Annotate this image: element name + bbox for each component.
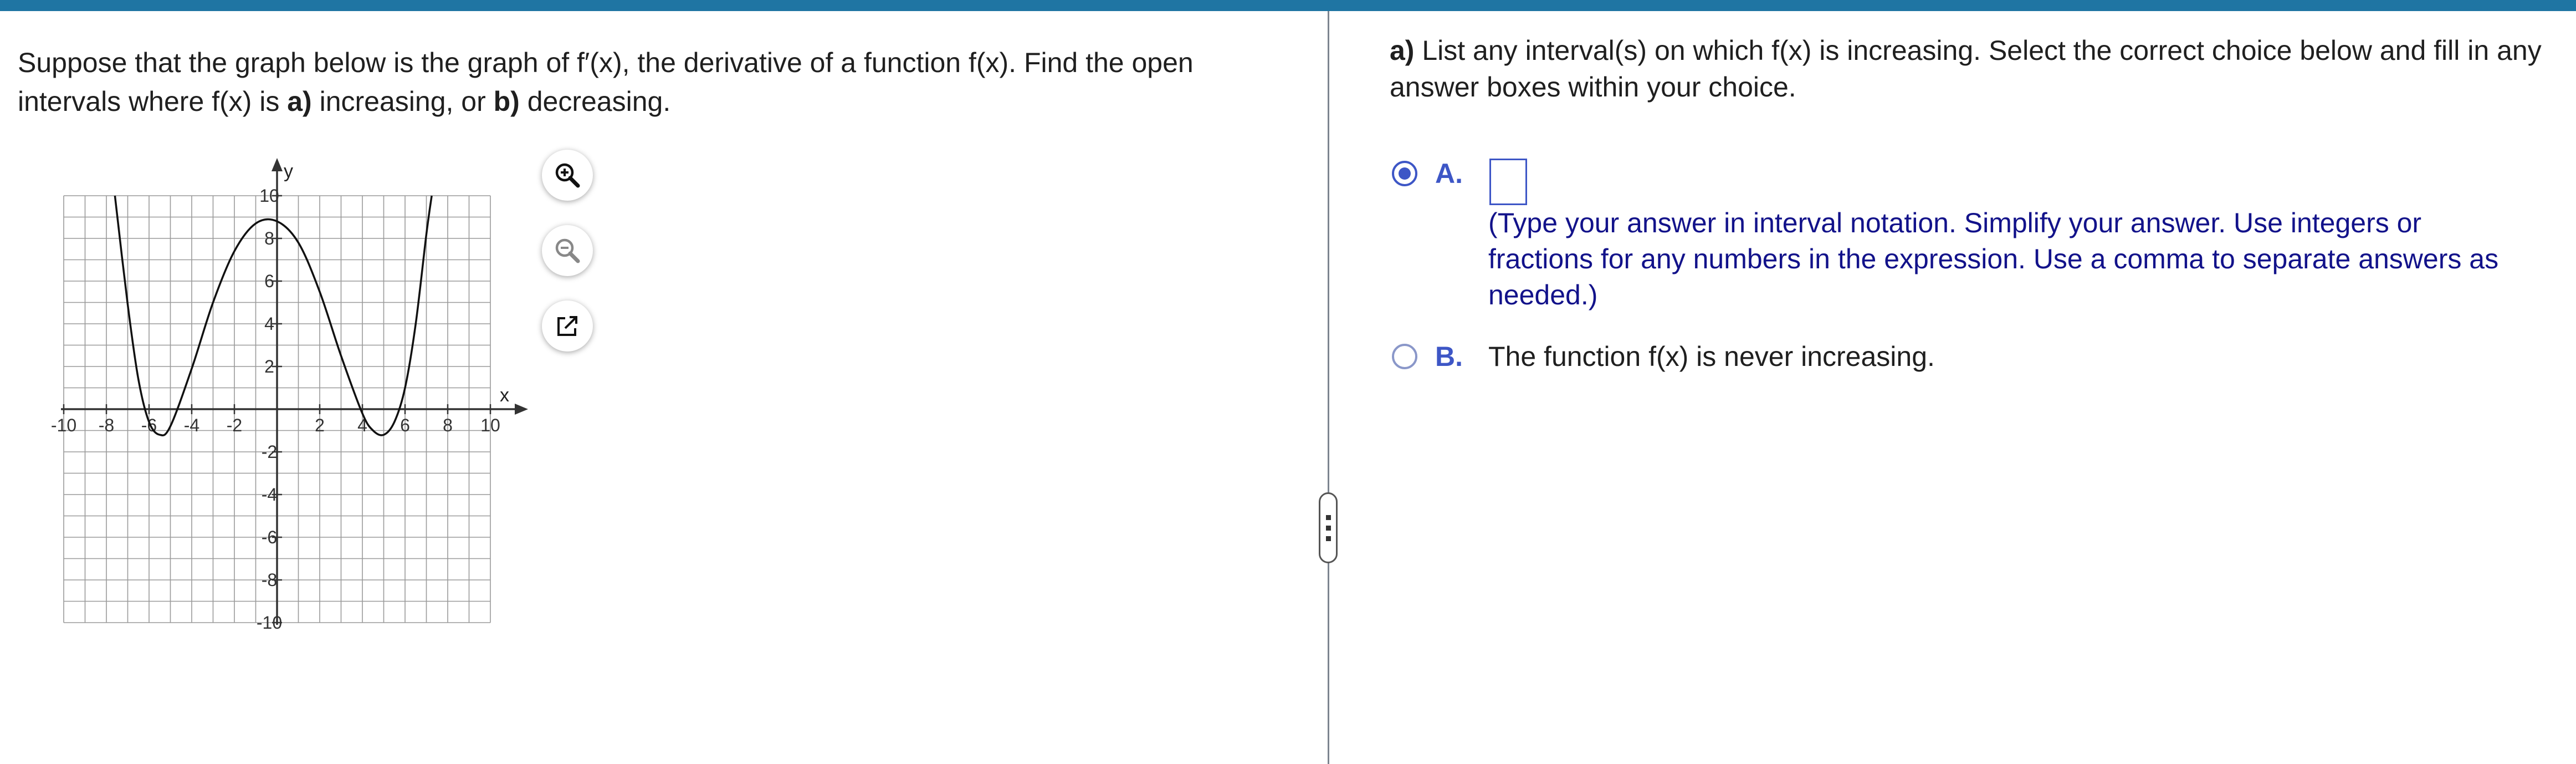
choice-a-answer-input[interactable] — [1489, 159, 1527, 205]
choice-a-radio[interactable] — [1392, 161, 1417, 186]
question-line1: Suppose that the graph below is the grap… — [18, 47, 1194, 78]
y-tick-label: -8 — [262, 570, 277, 590]
x-tick-label: 2 — [315, 415, 325, 435]
y-tick-label: 2 — [264, 356, 274, 376]
y-tick-label: 6 — [264, 271, 274, 291]
y-tick-label: -2 — [262, 442, 277, 462]
part-a-prompt: a) List any interval(s) on which f(x) is… — [1390, 32, 2553, 105]
x-tick-label: 10 — [480, 415, 500, 435]
pane-divider — [1328, 11, 1329, 764]
zoom-in-icon — [555, 163, 580, 188]
zoom-in-button[interactable] — [542, 150, 593, 201]
choice-a-hint: (Type your answer in interval notation. … — [1488, 207, 2499, 310]
y-tick-label: 8 — [264, 228, 274, 248]
x-tick-label: 8 — [443, 415, 453, 435]
prompt-part-label: a) — [1390, 35, 1415, 66]
y-axis-label: y — [284, 161, 293, 182]
divider-drag-handle[interactable] — [1319, 492, 1338, 563]
question-a-label: a) — [287, 86, 312, 117]
graph-axes — [61, 158, 528, 625]
x-axis-arrow — [515, 404, 528, 415]
x-tick-label: -10 — [51, 415, 76, 435]
x-tick-label: -4 — [184, 415, 199, 435]
question-b-label: b) — [493, 86, 520, 117]
prompt-text: List any interval(s) on which f(x) is in… — [1390, 35, 2542, 103]
y-tick-label: -6 — [262, 527, 277, 547]
handle-dot — [1325, 525, 1331, 531]
choice-b-text: The function f(x) is never increasing. — [1488, 341, 1935, 372]
handle-dot — [1325, 515, 1331, 520]
question-line2-end: decreasing. — [519, 86, 671, 117]
x-tick-label: 6 — [400, 415, 410, 435]
choice-b-radio[interactable] — [1392, 344, 1417, 369]
y-axis-arrow — [272, 158, 283, 171]
y-tick-label: 4 — [264, 314, 274, 334]
popout-button[interactable] — [542, 300, 593, 352]
x-axis-label: x — [500, 385, 509, 406]
y-tick-label: 10 — [259, 186, 279, 206]
zoom-out-button[interactable] — [542, 225, 593, 276]
question-pane: Suppose that the graph below is the grap… — [0, 11, 1324, 764]
zoom-out-icon — [555, 238, 580, 263]
external-link-icon — [557, 316, 577, 336]
choice-b-letter: B. — [1435, 341, 1463, 372]
x-tick-label: -2 — [227, 415, 242, 435]
handle-dot — [1325, 536, 1331, 541]
y-tick-label: -4 — [262, 485, 277, 505]
derivative-graph: -10 -8 -6 -4 -2 2 4 6 8 10108642-2-4-6-8-10 x y — [51, 158, 528, 633]
top-accent-bar — [0, 0, 2576, 11]
y-tick-label: -10 — [257, 613, 282, 633]
choice-a-letter: A. — [1435, 158, 1463, 189]
question-text: Suppose that the graph below is the grap… — [18, 43, 1292, 121]
x-tick-label: -8 — [99, 415, 114, 435]
question-line2-mid: increasing, or — [311, 86, 494, 117]
x-tick-label: 4 — [357, 415, 367, 435]
question-line2-start: intervals where f(x) is — [18, 86, 288, 117]
